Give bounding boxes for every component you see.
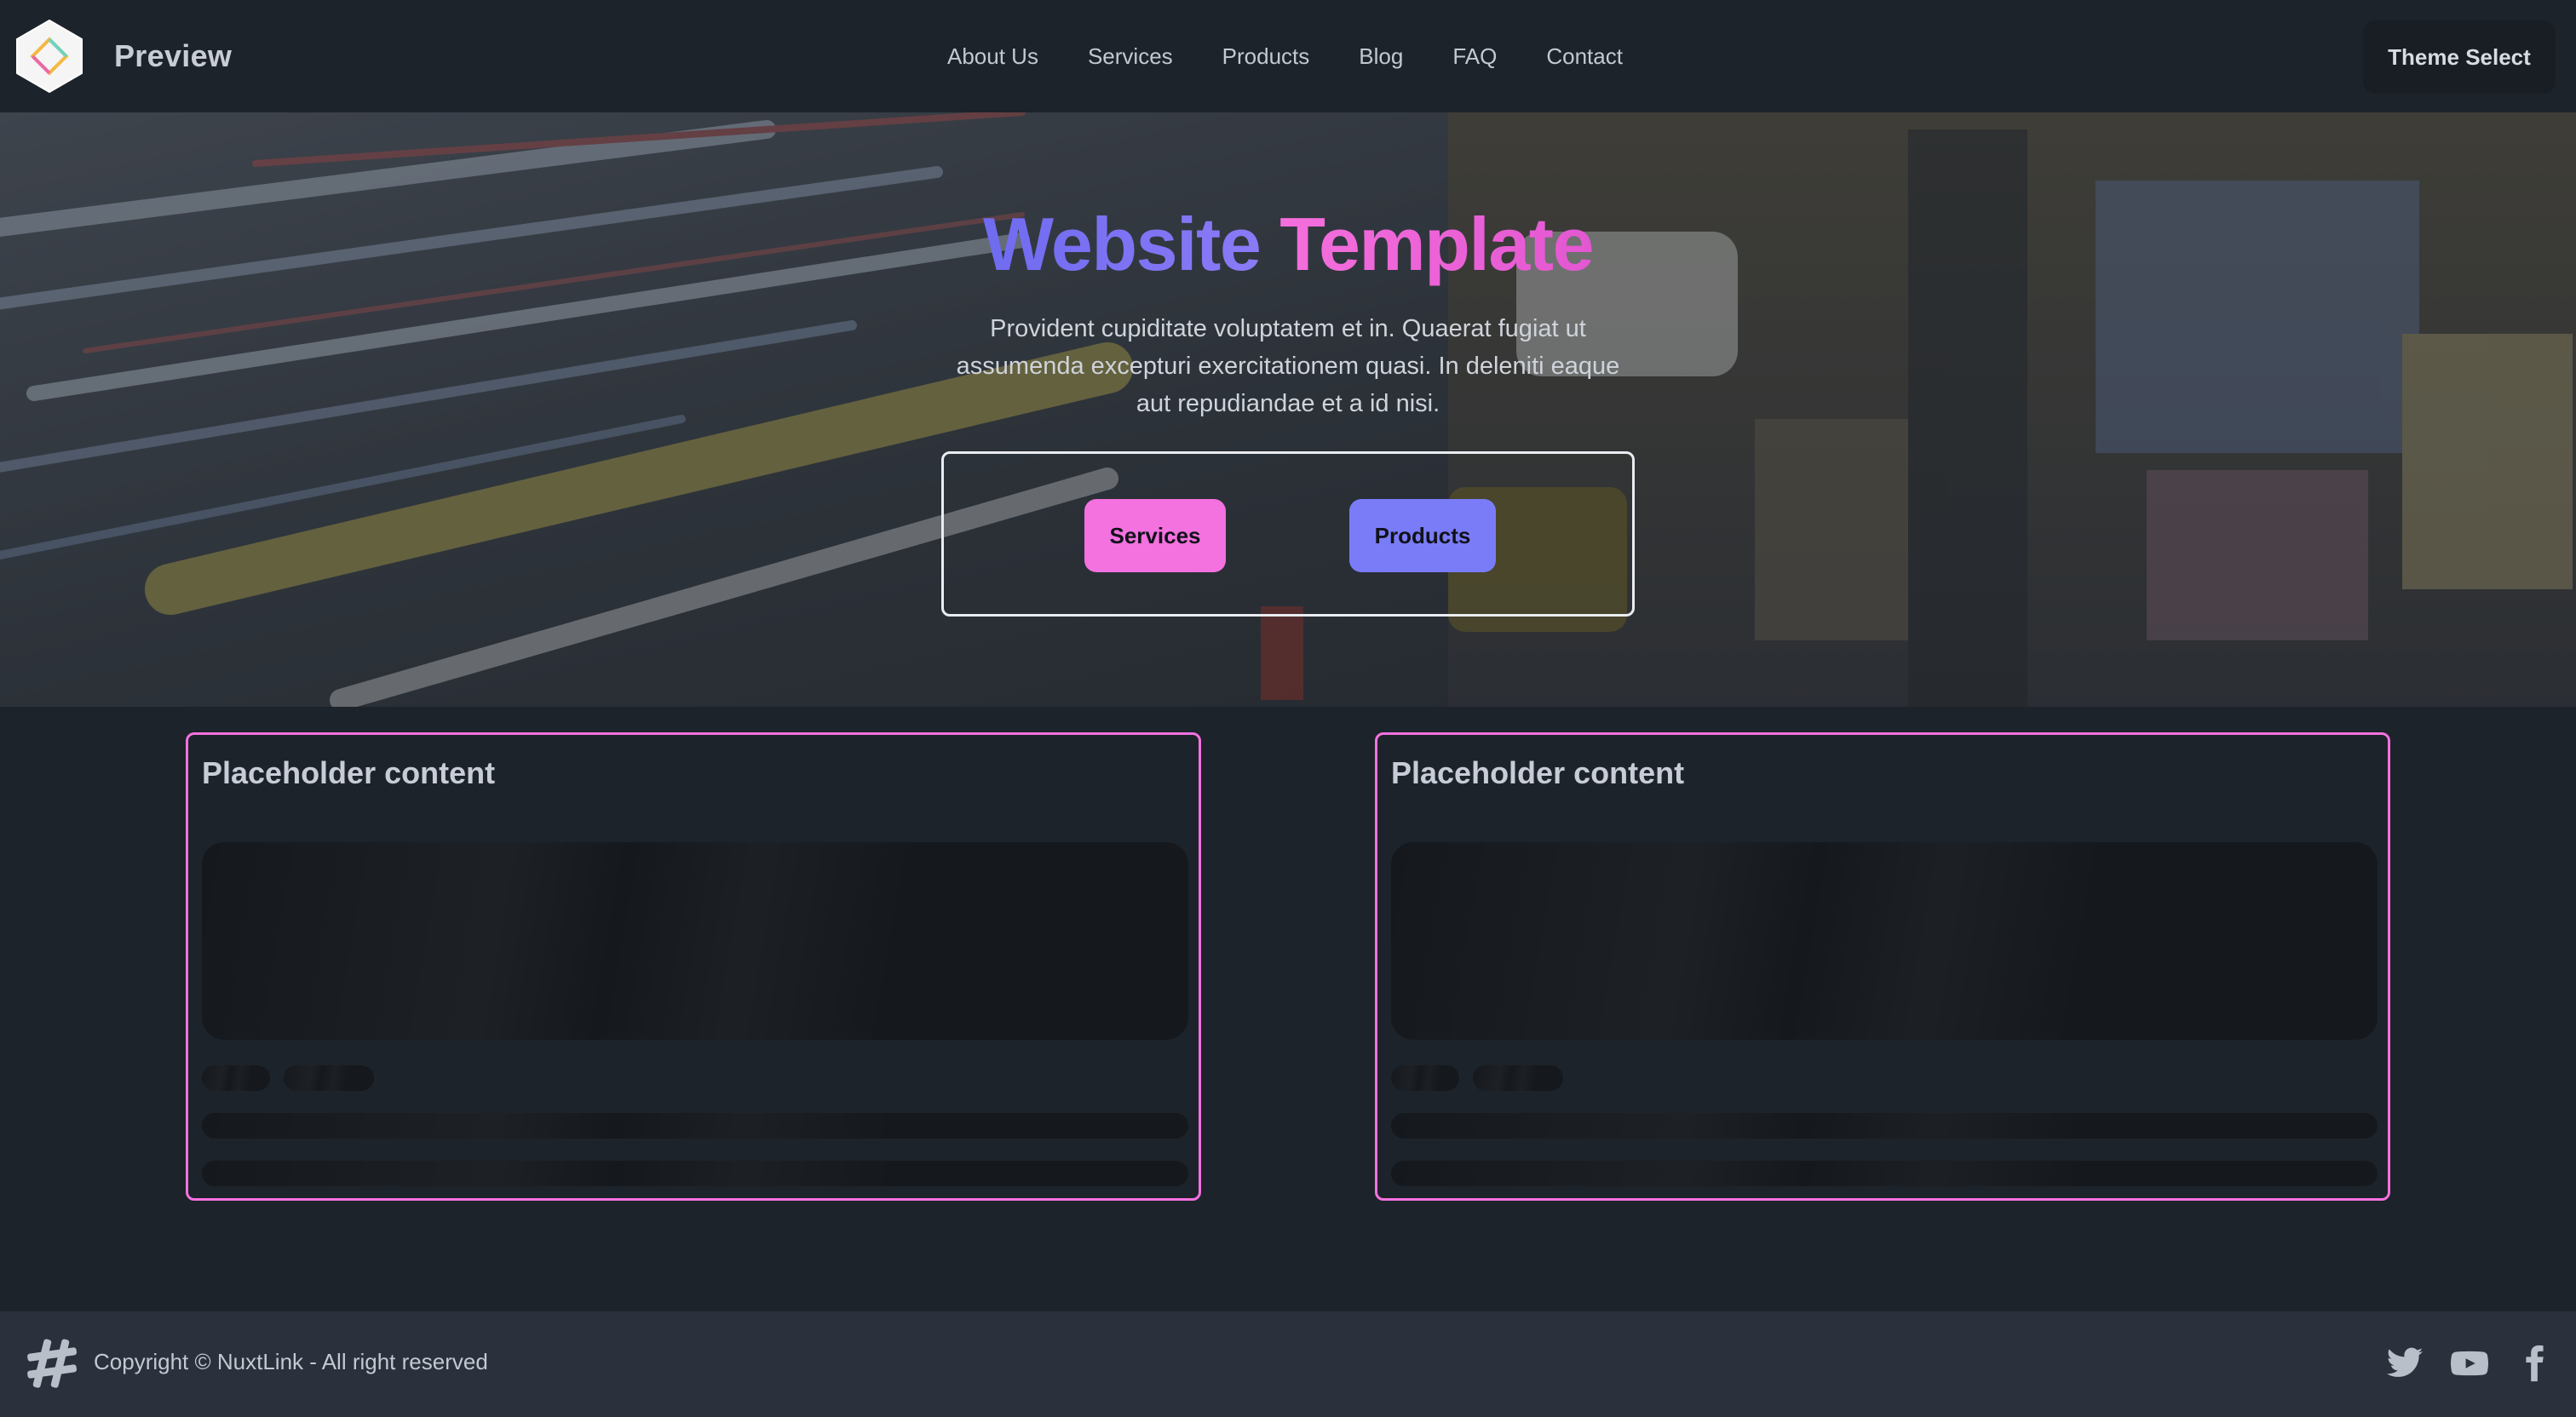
card-title: Placeholder content bbox=[202, 755, 496, 790]
nuxt-logo-icon[interactable] bbox=[14, 19, 85, 94]
youtube-icon[interactable] bbox=[2450, 1344, 2489, 1383]
placeholder-card: Placeholder content bbox=[186, 732, 1201, 1201]
card-title: Placeholder content bbox=[1391, 755, 1685, 790]
facebook-icon[interactable] bbox=[2515, 1344, 2554, 1383]
nav-link-faq[interactable]: FAQ bbox=[1428, 39, 1521, 73]
skeleton-text-line bbox=[202, 1161, 1188, 1186]
theme-select-button[interactable]: Theme Select bbox=[2363, 20, 2556, 94]
hero-title-part2: Template bbox=[1279, 202, 1594, 286]
services-button[interactable]: Services bbox=[1084, 499, 1226, 572]
nav-link-blog[interactable]: Blog bbox=[1334, 39, 1428, 73]
footer: Copyright © NuxtLink - All right reserve… bbox=[0, 1311, 2576, 1417]
twitter-icon[interactable] bbox=[2385, 1344, 2424, 1383]
main-nav: About Us Services Products Blog FAQ Cont… bbox=[947, 39, 1647, 73]
nav-link-about-us[interactable]: About Us bbox=[947, 39, 1063, 73]
hero-content: Website Template Provident cupiditate vo… bbox=[0, 112, 2576, 707]
hero-subtitle: Provident cupiditate voluptatem et in. Q… bbox=[956, 315, 1620, 417]
skeleton-tag bbox=[202, 1065, 270, 1091]
brand-name[interactable]: Preview bbox=[114, 38, 232, 74]
products-button[interactable]: Products bbox=[1349, 499, 1496, 572]
skeleton-tag bbox=[284, 1065, 374, 1091]
skeleton-tag bbox=[1391, 1065, 1459, 1091]
social-links bbox=[2385, 1344, 2554, 1383]
skeleton-text-line bbox=[202, 1113, 1188, 1139]
skeleton-text-line bbox=[1391, 1161, 2378, 1186]
hero-cta-box: Services Products bbox=[941, 451, 1635, 617]
placeholder-card: Placeholder content bbox=[1375, 732, 2390, 1201]
nav-link-products[interactable]: Products bbox=[1198, 39, 1335, 73]
brand-area[interactable]: Preview bbox=[14, 19, 232, 94]
skeleton-tag bbox=[1473, 1065, 1563, 1091]
navbar: Preview About Us Services Products Blog … bbox=[0, 0, 2576, 112]
skeleton-text-line bbox=[1391, 1113, 2378, 1139]
skeleton-image bbox=[1391, 842, 2378, 1040]
nav-link-contact[interactable]: Contact bbox=[1521, 39, 1647, 73]
hero-section: Website Template Provident cupiditate vo… bbox=[0, 112, 2576, 707]
copyright-text: Copyright © NuxtLink - All right reserve… bbox=[94, 1349, 488, 1374]
hero-title: Website Template bbox=[0, 201, 2576, 288]
skeleton-image bbox=[202, 842, 1188, 1040]
hash-logo-icon bbox=[27, 1339, 78, 1388]
nav-link-services[interactable]: Services bbox=[1063, 39, 1198, 73]
hero-title-part1: Website bbox=[982, 202, 1262, 286]
